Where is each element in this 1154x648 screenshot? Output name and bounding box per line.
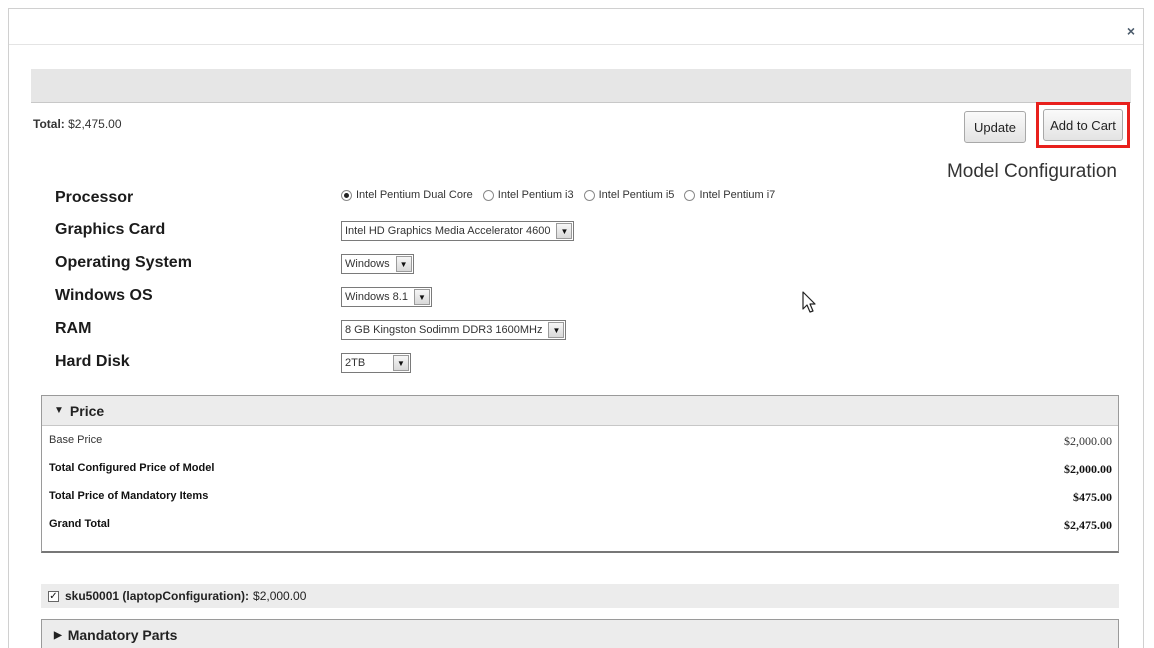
dropdown-arrow-icon[interactable]: ▼ <box>556 223 573 239</box>
radio-icon[interactable] <box>684 189 696 201</box>
processor-option-label: Intel Pentium i5 <box>598 189 675 201</box>
section-title: Model Configuration <box>946 161 1117 182</box>
processor-option-label: Intel Pentium i7 <box>699 189 776 201</box>
windows-os-select[interactable]: Windows 8.1 ▼ <box>341 287 432 307</box>
add-to-cart-highlight: Add to Cart <box>1036 102 1130 148</box>
hard-disk-row: Hard Disk 2TB ▼ <box>55 351 1055 373</box>
price-row-value: $2,000.00 <box>1064 434 1112 448</box>
os-select-value: Windows <box>345 258 390 270</box>
price-row-configured: Total Configured Price of Model $2,000.0… <box>42 454 1118 482</box>
processor-option-i5[interactable]: Intel Pentium i5 <box>583 189 675 201</box>
processor-option-label: Intel Pentium i3 <box>497 189 574 201</box>
mandatory-parts-panel: ▶ Mandatory Parts <box>41 619 1119 648</box>
graphics-row: Graphics Card Intel HD Graphics Media Ac… <box>55 219 1055 241</box>
sku-price: $2,000.00 <box>253 589 307 603</box>
price-row-value: $2,475.00 <box>1064 518 1112 532</box>
dropdown-arrow-icon[interactable]: ▼ <box>393 355 409 371</box>
add-to-cart-button[interactable]: Add to Cart <box>1043 109 1123 141</box>
ram-row: RAM 8 GB Kingston Sodimm DDR3 1600MHz ▼ <box>55 318 1055 340</box>
ram-select[interactable]: 8 GB Kingston Sodimm DDR3 1600MHz ▼ <box>341 320 567 340</box>
total-label: Total: <box>33 117 65 131</box>
ram-select-value: 8 GB Kingston Sodimm DDR3 1600MHz <box>345 324 543 336</box>
mandatory-parts-header[interactable]: ▶ Mandatory Parts <box>42 620 1118 648</box>
radio-icon[interactable] <box>482 189 494 201</box>
price-panel-header[interactable]: ▼ Price <box>42 396 1118 426</box>
dropdown-arrow-icon[interactable]: ▼ <box>548 322 565 338</box>
processor-option-i3[interactable]: Intel Pentium i3 <box>482 189 574 201</box>
hard-disk-select-value: 2TB <box>345 357 366 369</box>
sku-line: ✓ sku50001 (laptopConfiguration): $2,000… <box>41 584 1119 608</box>
price-row-label: Total Configured Price of Model <box>49 462 215 474</box>
price-panel: ▼ Price Base Price $2,000.00 Total Confi… <box>41 395 1119 553</box>
price-header-label: Price <box>69 402 105 419</box>
dropdown-arrow-icon[interactable]: ▼ <box>413 289 430 305</box>
price-row-value: $475.00 <box>1073 490 1112 504</box>
os-label: Operating System <box>55 254 192 271</box>
graphics-select[interactable]: Intel HD Graphics Media Accelerator 4600… <box>341 221 575 241</box>
price-row-mandatory: Total Price of Mandatory Items $475.00 <box>42 482 1118 510</box>
price-row-label: Grand Total <box>49 518 110 530</box>
configuration-modal: × Total: $2,475.00 Update Add to Cart Mo… <box>8 8 1144 648</box>
total-summary: Total: $2,475.00 <box>33 117 122 131</box>
processor-option-dual-core[interactable]: Intel Pentium Dual Core <box>341 189 473 201</box>
dropdown-arrow-icon[interactable]: ▼ <box>395 256 412 272</box>
toolbar-band <box>31 69 1131 103</box>
modal-header: × <box>9 9 1143 45</box>
collapsed-triangle-icon: ▶ <box>54 629 62 641</box>
windows-os-select-value: Windows 8.1 <box>345 291 408 303</box>
mouse-pointer-icon <box>802 291 816 313</box>
os-select[interactable]: Windows ▼ <box>341 254 414 274</box>
total-value: $2,475.00 <box>68 117 122 131</box>
graphics-label: Graphics Card <box>55 221 166 238</box>
processor-option-i7[interactable]: Intel Pentium i7 <box>684 189 775 201</box>
price-row-label: Base Price <box>49 434 103 446</box>
update-button[interactable]: Update <box>964 111 1026 143</box>
hard-disk-select[interactable]: 2TB ▼ <box>341 353 411 373</box>
close-icon[interactable]: × <box>1127 23 1135 39</box>
windows-os-row: Windows OS Windows 8.1 ▼ <box>55 285 1055 307</box>
price-row-value: $2,000.00 <box>1064 462 1112 476</box>
sku-checkbox[interactable]: ✓ <box>48 590 59 602</box>
radio-selected-icon[interactable] <box>341 189 352 201</box>
ram-label: RAM <box>55 320 92 337</box>
price-row-base: Base Price $2,000.00 <box>42 426 1118 454</box>
processor-option-label: Intel Pentium Dual Core <box>356 189 473 201</box>
processor-radio-group: Intel Pentium Dual Core Intel Pentium i3… <box>341 189 785 201</box>
price-row-label: Total Price of Mandatory Items <box>49 490 209 502</box>
price-row-grand-total: Grand Total $2,475.00 <box>42 510 1118 538</box>
processor-label: Processor <box>55 189 134 206</box>
graphics-select-value: Intel HD Graphics Media Accelerator 4600 <box>345 225 551 237</box>
processor-row: Processor Intel Pentium Dual Core Intel … <box>55 187 1055 209</box>
radio-icon[interactable] <box>583 189 595 201</box>
mandatory-parts-label: Mandatory Parts <box>67 627 178 643</box>
hard-disk-label: Hard Disk <box>55 353 130 370</box>
windows-os-label: Windows OS <box>55 287 153 304</box>
expanded-triangle-icon: ▼ <box>54 405 64 416</box>
sku-name: sku50001 (laptopConfiguration): <box>65 589 250 603</box>
os-row: Operating System Windows ▼ <box>55 252 1055 274</box>
